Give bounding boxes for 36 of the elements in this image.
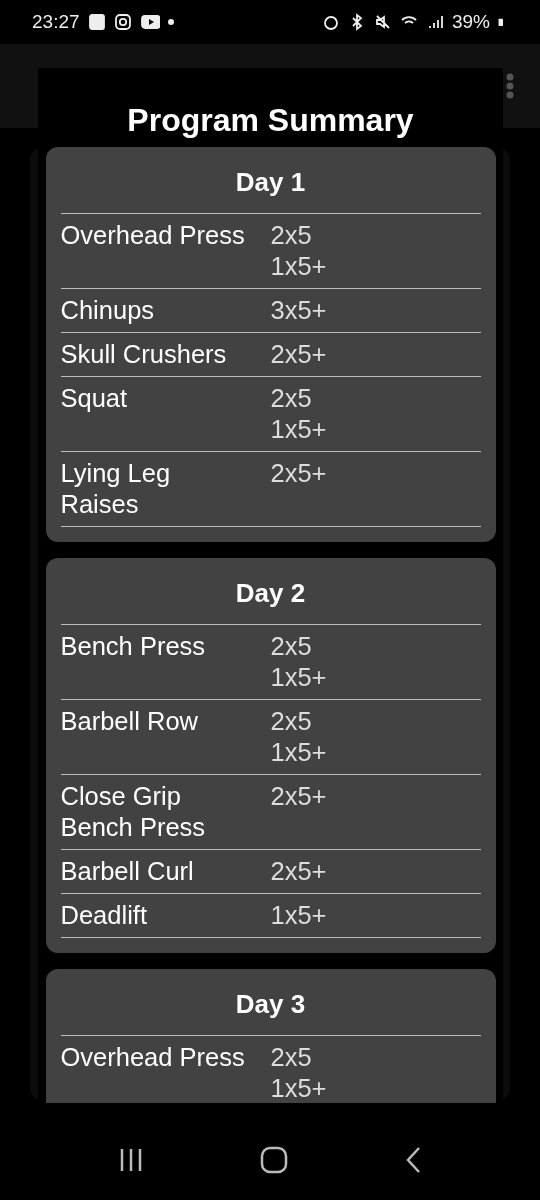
play-icon — [139, 13, 160, 31]
home-icon[interactable] — [260, 1146, 288, 1174]
exercise-name: Barbell Row — [60, 706, 199, 737]
exercise-name: Overhead Press — [60, 220, 246, 251]
day-title: Day 1 — [60, 165, 481, 214]
exercise-name: Barbell Curl — [60, 856, 195, 887]
recents-icon[interactable] — [118, 1147, 144, 1173]
camera-icon — [113, 13, 132, 31]
set-scheme: 2x5 1x5+ — [270, 383, 327, 445]
clock-time: 23:27 — [32, 11, 80, 33]
dot-icon — [167, 19, 174, 25]
set-scheme: 2x5+ — [270, 781, 327, 812]
exercise-name: Lying Leg Raises — [60, 458, 172, 520]
more-icon[interactable] — [506, 73, 514, 99]
day-title: Day 3 — [60, 987, 481, 1036]
exercise-name: Bench Press — [60, 631, 207, 662]
set-scheme: 2x5 1x5+ — [270, 706, 327, 768]
set-scheme: 2x5 1x5+ — [270, 1042, 327, 1103]
dialog-title: Program Summary — [127, 102, 414, 139]
set-scheme: 2x5 1x5+ — [270, 631, 327, 693]
exercise-name: Close Grip Bench Press — [60, 781, 207, 843]
battery-percent: 39% — [451, 11, 490, 33]
set-scheme: 2x5+ — [270, 856, 327, 887]
mute-icon — [373, 13, 392, 31]
back-icon[interactable] — [404, 1146, 422, 1174]
day-title: Day 2 — [60, 576, 481, 625]
exercise-name: Skull Crushers — [60, 339, 228, 370]
set-scheme: 3x5+ — [270, 295, 327, 326]
exercise-name: Deadlift — [60, 900, 148, 931]
exercise-name: Squat — [60, 383, 129, 414]
set-scheme: 2x5 1x5+ — [270, 220, 327, 282]
set-scheme: 2x5+ — [270, 458, 327, 489]
exercise-name: Overhead Press — [60, 1042, 246, 1073]
set-scheme: 2x5+ — [270, 339, 327, 370]
exercise-name: Chinups — [60, 295, 156, 326]
set-scheme: 1x5+ — [270, 900, 327, 931]
